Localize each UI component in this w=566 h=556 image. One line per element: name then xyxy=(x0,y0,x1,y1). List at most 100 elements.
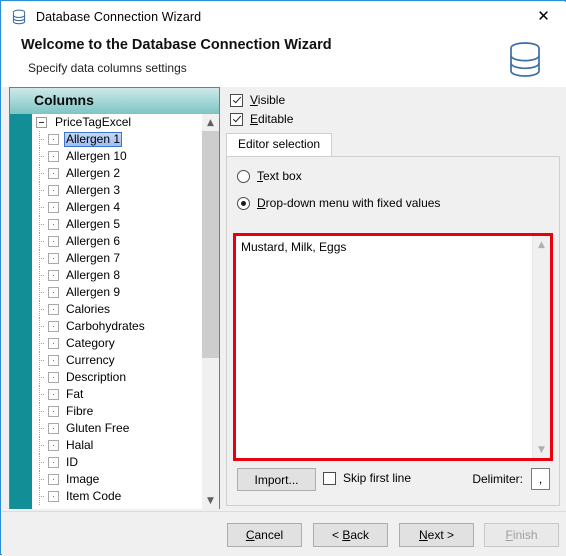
visible-checkbox[interactable] xyxy=(230,93,243,107)
import-button[interactable]: Import... xyxy=(237,468,316,491)
radio-dropdown-row[interactable]: Drop-down menu with fixed values xyxy=(237,196,440,210)
tree-item[interactable]: ID xyxy=(32,454,219,471)
radio-text-box[interactable] xyxy=(237,169,250,183)
tree-item-checkbox[interactable] xyxy=(48,168,59,179)
tree-item-checkbox[interactable] xyxy=(48,474,59,485)
database-icon xyxy=(502,37,548,83)
chevron-up-icon[interactable]: ▲ xyxy=(202,114,219,131)
tree-item-label: Halal xyxy=(66,438,94,452)
tree-item-label: Gluten Free xyxy=(66,421,130,435)
visible-label: Visible xyxy=(250,93,286,107)
tree-item[interactable]: Allergen 7 xyxy=(32,250,219,267)
radio-dropdown[interactable] xyxy=(237,196,250,210)
tree-item-checkbox[interactable] xyxy=(48,185,59,196)
tree-item-checkbox[interactable] xyxy=(48,304,59,315)
skip-first-line-label: Skip first line xyxy=(343,471,412,485)
tab-editor-selection-label: Editor selection xyxy=(238,137,321,151)
tree-item[interactable]: Image xyxy=(32,471,219,488)
wizard-footer: Cancel < Back Next > Finish xyxy=(2,511,566,556)
tree-item-checkbox[interactable] xyxy=(48,134,59,145)
tab-editor-selection[interactable]: Editor selection xyxy=(226,133,333,156)
chevron-down-icon[interactable]: ▼ xyxy=(202,492,219,509)
tree-item-checkbox[interactable] xyxy=(48,423,59,434)
chevron-up-icon[interactable]: ▲ xyxy=(533,236,550,253)
collapse-icon[interactable] xyxy=(36,117,47,128)
scrollbar-thumb[interactable] xyxy=(202,131,219,358)
tree-item-checkbox[interactable] xyxy=(48,440,59,451)
columns-header-label: Columns xyxy=(34,92,94,108)
back-button[interactable]: < Back xyxy=(313,523,388,547)
tree-item-checkbox[interactable] xyxy=(48,253,59,264)
tab-strip: Editor selection xyxy=(226,133,560,156)
tree-item[interactable]: Allergen 9 xyxy=(32,284,219,301)
tree-item[interactable]: Allergen 10 xyxy=(32,148,219,165)
tree-item-checkbox[interactable] xyxy=(48,372,59,383)
tree-item-checkbox[interactable] xyxy=(48,406,59,417)
tree-root-node[interactable]: PriceTagExcel xyxy=(32,114,219,131)
tree-item[interactable]: Fat xyxy=(32,386,219,403)
tree-item[interactable]: Allergen 1 xyxy=(32,131,219,148)
tree-connector-line xyxy=(39,445,45,446)
delimiter-input[interactable] xyxy=(531,468,550,490)
tree-item[interactable]: Fibre xyxy=(32,403,219,420)
tree-item[interactable]: Calories xyxy=(32,301,219,318)
window-title: Database Connection Wizard xyxy=(36,9,202,24)
tree-item-label: Allergen 6 xyxy=(66,234,121,248)
tree-item-checkbox[interactable] xyxy=(48,287,59,298)
skip-first-line-checkbox[interactable] xyxy=(323,471,336,485)
tree-connector-line xyxy=(39,190,45,191)
tree-item[interactable]: Gluten Free xyxy=(32,420,219,437)
fixed-values-scrollbar[interactable]: ▲ ▼ xyxy=(532,236,550,458)
cancel-button[interactable]: Cancel xyxy=(227,523,302,547)
tree-item-label: Description xyxy=(66,370,127,384)
columns-accent-bar xyxy=(10,114,32,509)
tree-item[interactable]: Carbohydrates xyxy=(32,318,219,335)
editable-checkbox-row[interactable]: Editable xyxy=(230,112,293,126)
tree-item[interactable]: Item Code xyxy=(32,488,219,505)
tree-item-checkbox[interactable] xyxy=(48,338,59,349)
tree-item[interactable]: Allergen 5 xyxy=(32,216,219,233)
fixed-values-textarea[interactable] xyxy=(236,236,533,458)
tree-item[interactable]: Allergen 3 xyxy=(32,182,219,199)
database-connection-wizard-window: Database Connection Wizard ✕ Welcome to … xyxy=(0,0,566,556)
tree-item-label: Allergen 3 xyxy=(66,183,121,197)
radio-text-box-row[interactable]: Text box xyxy=(237,169,302,183)
tree-item-checkbox[interactable] xyxy=(48,219,59,230)
tree-item[interactable]: Allergen 2 xyxy=(32,165,219,182)
tree-item-checkbox[interactable] xyxy=(48,151,59,162)
columns-tree-scrollbar[interactable]: ▲ ▼ xyxy=(201,114,219,509)
tree-item-checkbox[interactable] xyxy=(48,202,59,213)
visible-checkbox-row[interactable]: Visible xyxy=(230,93,285,107)
tree-item[interactable]: Category xyxy=(32,335,219,352)
tree-item-checkbox[interactable] xyxy=(48,355,59,366)
tree-connector-line xyxy=(39,309,45,310)
next-button[interactable]: Next > xyxy=(399,523,474,547)
tree-item-checkbox[interactable] xyxy=(48,270,59,281)
close-button[interactable]: ✕ xyxy=(521,2,566,31)
chevron-down-icon[interactable]: ▼ xyxy=(533,441,550,458)
skip-first-line-row[interactable]: Skip first line xyxy=(323,471,411,485)
tree-item-checkbox[interactable] xyxy=(48,457,59,468)
tree-item[interactable]: Description xyxy=(32,369,219,386)
tree-item-checkbox[interactable] xyxy=(48,321,59,332)
tree-item-checkbox[interactable] xyxy=(48,491,59,502)
tree-connector-line xyxy=(39,275,45,276)
tree-item-checkbox[interactable] xyxy=(48,236,59,247)
tree-item-checkbox[interactable] xyxy=(48,389,59,400)
wizard-body: Columns PriceTagExcel Allergen 1 Allergen… xyxy=(2,87,566,511)
tree-item[interactable]: Halal xyxy=(32,437,219,454)
columns-tree[interactable]: PriceTagExcel Allergen 1 Allergen 10 Aller… xyxy=(32,114,219,509)
radio-dropdown-label: Drop-down menu with fixed values xyxy=(257,196,441,210)
finish-button: Finish xyxy=(484,523,559,547)
tree-connector-line xyxy=(39,139,45,140)
tree-item[interactable]: Allergen 4 xyxy=(32,199,219,216)
tree-connector-line xyxy=(39,479,45,480)
editable-checkbox[interactable] xyxy=(230,112,243,126)
tree-connector-line xyxy=(39,173,45,174)
tree-connector-line xyxy=(39,156,45,157)
tree-item[interactable]: Allergen 6 xyxy=(32,233,219,250)
editor-selection-panel: Text box Drop-down menu with fixed value… xyxy=(226,156,560,506)
tree-item-label: Image xyxy=(66,472,100,486)
tree-item[interactable]: Allergen 8 xyxy=(32,267,219,284)
tree-item[interactable]: Currency xyxy=(32,352,219,369)
